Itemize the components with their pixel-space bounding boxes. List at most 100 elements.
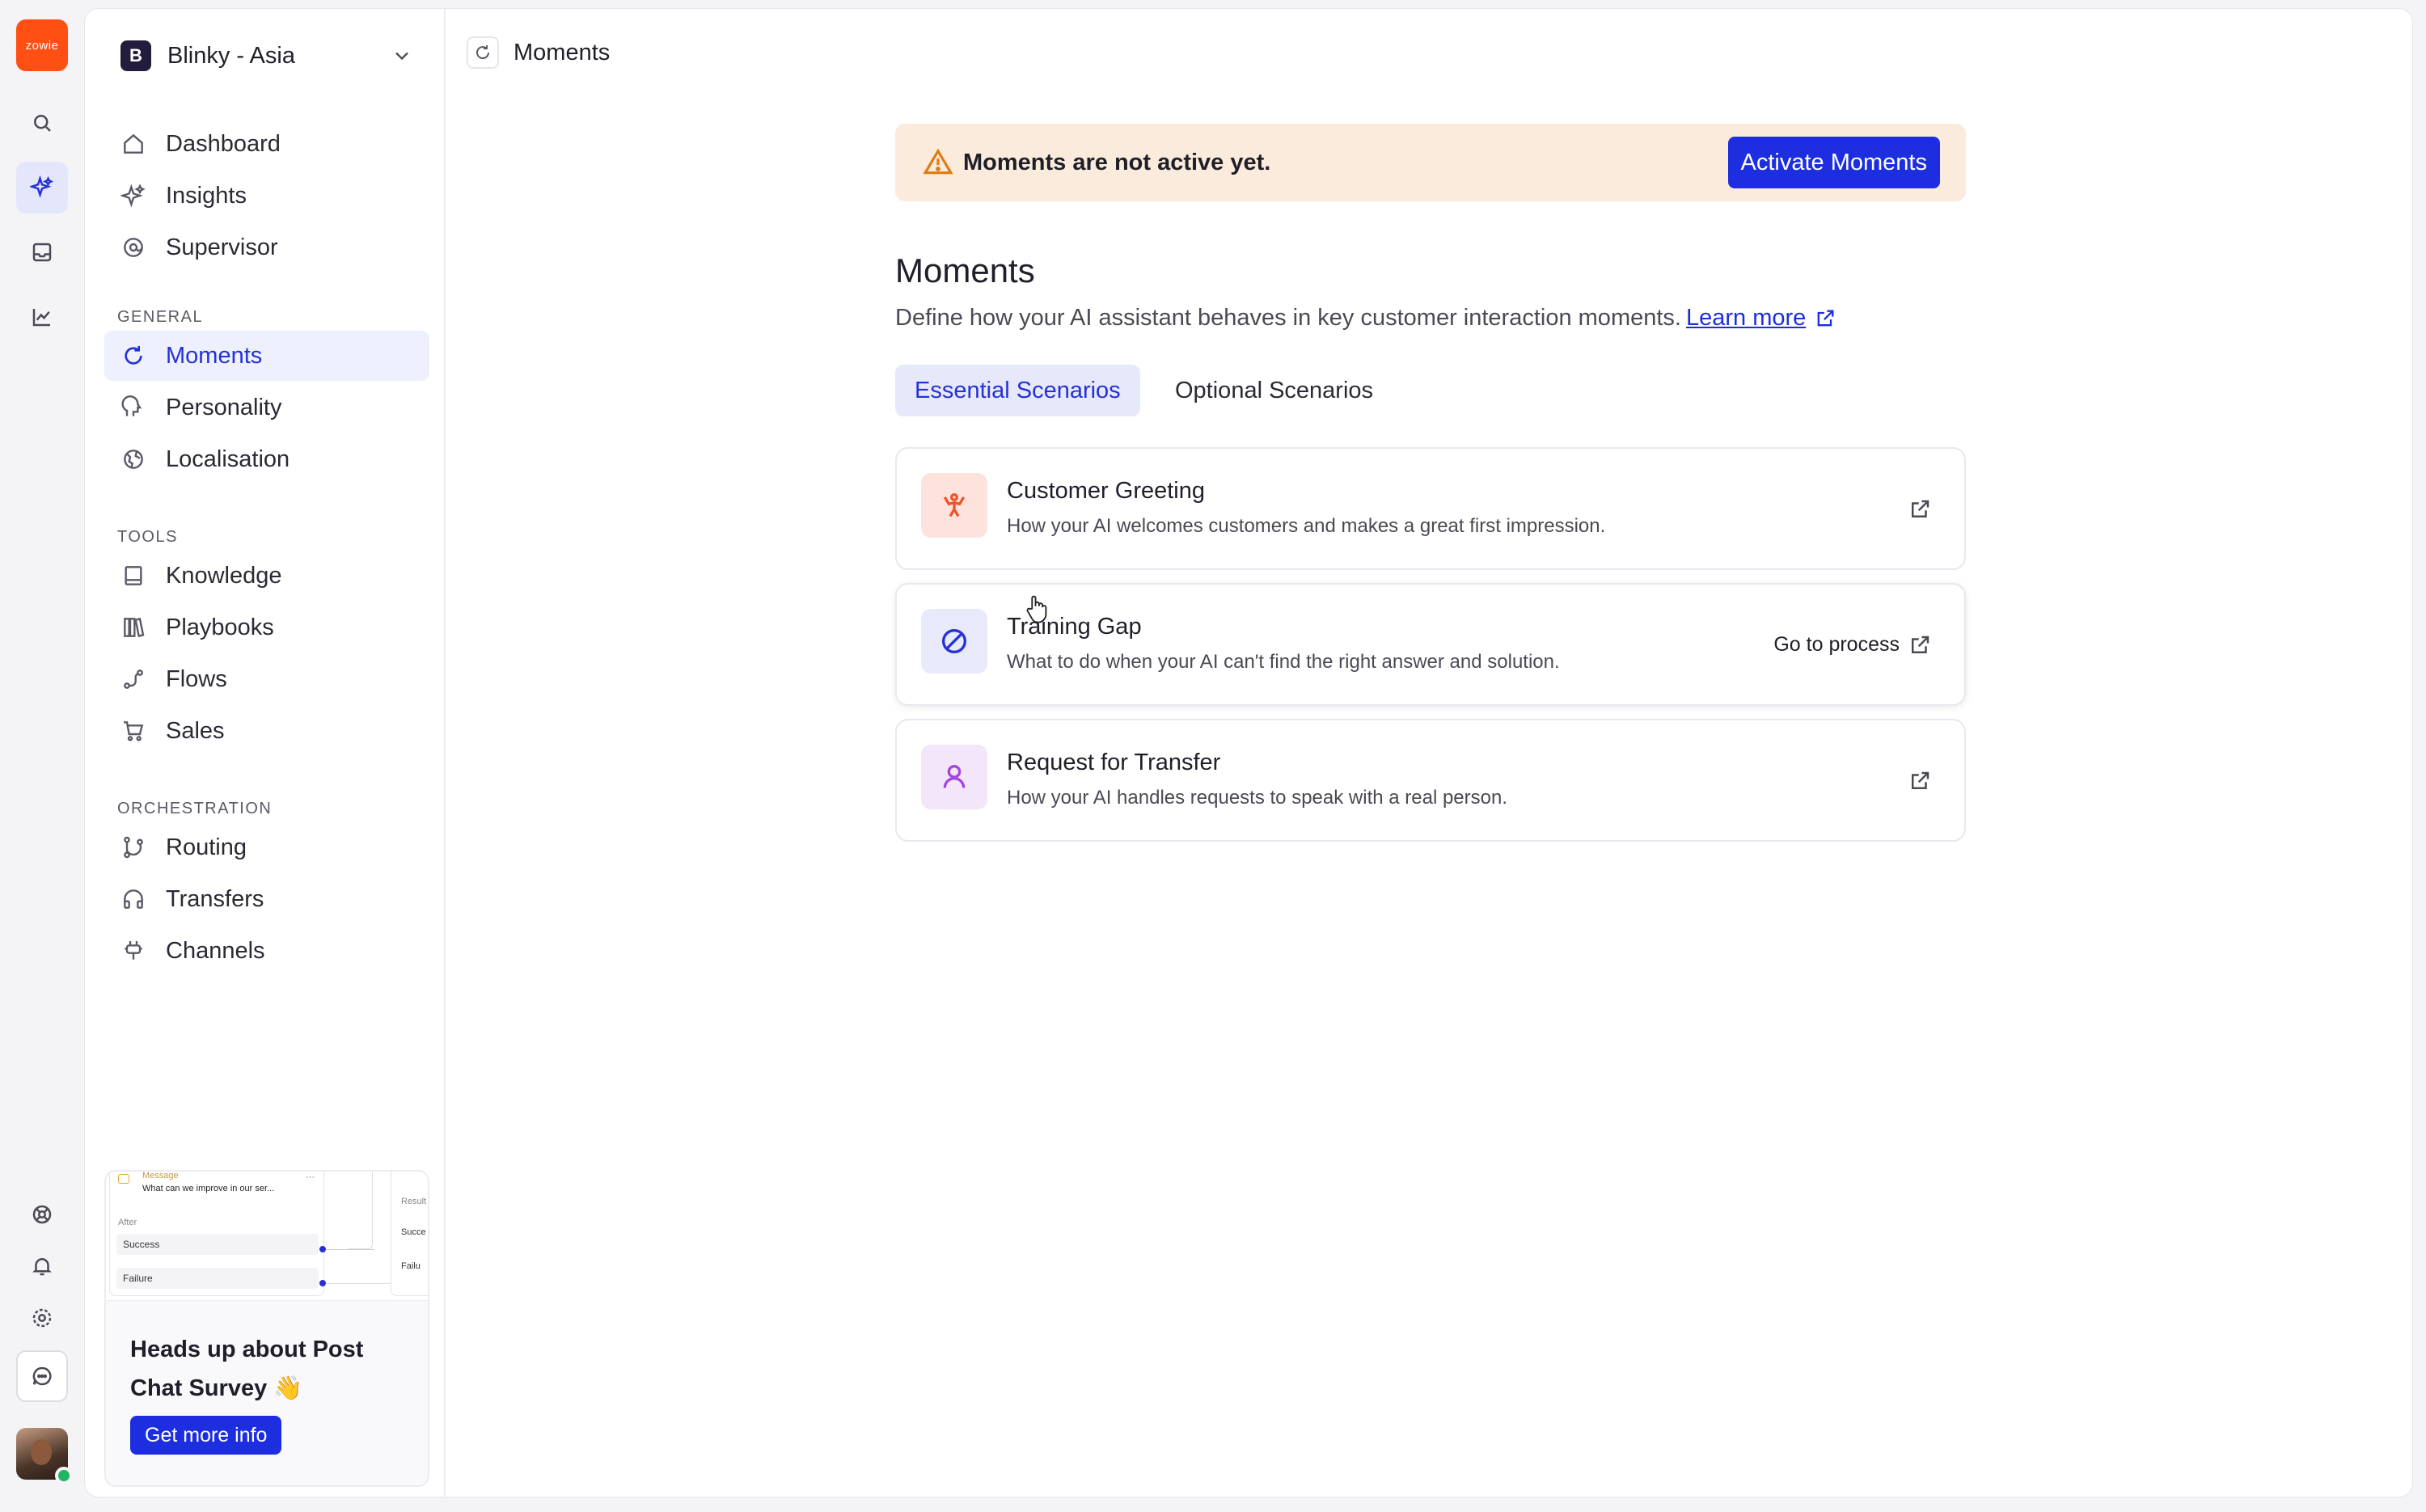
main-content: Moments Moments are not active yet. Acti… (447, 9, 2412, 1497)
globe-icon (124, 450, 143, 469)
bell-icon[interactable] (16, 1240, 68, 1292)
analytics-chart-icon[interactable] (16, 291, 68, 343)
book-icon (125, 566, 142, 585)
preview-question: What can we improve in our ser... (142, 1184, 275, 1193)
learn-more-link[interactable]: Learn more (1686, 305, 1806, 332)
connector-line (349, 1172, 373, 1249)
flow-icon (124, 669, 143, 689)
scenario-card-request-for-transfer[interactable]: Request for Transfer How your AI handles… (895, 719, 1966, 842)
preview-result-success: Succe (401, 1227, 426, 1237)
sidebar-item-label: Routing (166, 834, 247, 860)
user-avatar[interactable] (16, 1428, 73, 1485)
search-icon[interactable] (16, 97, 68, 149)
ai-sparkle-icon[interactable] (16, 162, 68, 213)
get-more-info-button[interactable]: Get more info (130, 1416, 282, 1455)
settings-gear-icon[interactable] (16, 1292, 68, 1344)
workspace-switcher[interactable]: B Blinky - Asia (108, 30, 423, 82)
sidebar-item-localisation[interactable]: Localisation (104, 434, 429, 484)
headset-icon (124, 889, 143, 909)
sidebar-item-insights[interactable]: Insights (104, 171, 429, 221)
sidebar-item-transfers[interactable]: Transfers (104, 874, 429, 924)
zowie-logo[interactable]: zowie (16, 19, 68, 71)
card-description: How your AI welcomes customers and makes… (1007, 515, 1606, 537)
sidebar-item-supervisor[interactable]: Supervisor (104, 222, 429, 272)
external-link-icon[interactable] (1908, 769, 1932, 793)
preview-result-failure: Failu (401, 1261, 421, 1271)
chat-bubble-icon[interactable] (16, 1350, 68, 1402)
description-text: Define how your AI assistant behaves in … (895, 305, 1681, 331)
person-icon (921, 745, 987, 809)
connector-line (326, 1249, 374, 1250)
promo-card: Message What can we improve in our ser..… (104, 1170, 429, 1487)
sidebar-item-routing[interactable]: Routing (104, 822, 429, 872)
sidebar-item-label: Transfers (166, 885, 264, 912)
sidebar-item-label: Playbooks (166, 614, 274, 640)
external-link-icon[interactable] (1814, 307, 1836, 330)
sidebar-item-moments[interactable]: Moments (104, 331, 429, 381)
sidebar-item-channels[interactable]: Channels (104, 926, 429, 976)
sidebar: B Blinky - Asia Dashboard Insights Super… (85, 9, 446, 1497)
greeting-person-icon (921, 473, 987, 538)
at-sign-icon (124, 238, 143, 257)
preview-result: Result (401, 1197, 427, 1206)
sidebar-item-sales[interactable]: Sales (104, 706, 429, 756)
card-title: Customer Greeting (1007, 478, 1205, 504)
scenario-card-training-gap[interactable]: Training Gap What to do when your AI can… (895, 583, 1966, 706)
tab-optional-scenarios[interactable]: Optional Scenarios (1156, 365, 1393, 416)
hand-cursor-icon (1026, 595, 1047, 623)
sidebar-item-personality[interactable]: Personality (104, 382, 429, 433)
activate-moments-button[interactable]: Activate Moments (1727, 137, 1940, 188)
avatar-face (31, 1439, 52, 1465)
preview-result-card: Result Succe Failu (391, 1172, 428, 1296)
sidebar-item-label: Localisation (166, 446, 290, 472)
online-status-dot (55, 1467, 73, 1485)
connector-dot (319, 1280, 326, 1286)
breadcrumb-label: Moments (514, 39, 611, 65)
external-link-icon[interactable] (1908, 497, 1932, 522)
sidebar-item-label: Knowledge (166, 562, 282, 589)
sidebar-item-label: Supervisor (166, 234, 278, 260)
external-link-icon[interactable] (1908, 633, 1932, 657)
preview-message-card: Message What can we improve in our ser..… (109, 1171, 324, 1296)
cart-icon (124, 721, 144, 741)
message-icon (118, 1174, 129, 1184)
breadcrumb: Moments (467, 28, 610, 77)
sidebar-item-label: Channels (166, 937, 265, 964)
preview-after: After (118, 1218, 137, 1227)
preview-success-row: Success (116, 1234, 319, 1255)
card-description: How your AI handles requests to speak wi… (1007, 787, 1508, 809)
sidebar-item-label: Dashboard (166, 130, 281, 157)
inbox-icon[interactable] (16, 226, 68, 278)
promo-title: Heads up about Post Chat Survey 👋 (130, 1337, 364, 1401)
inactive-warning-banner: Moments are not active yet. Activate Mom… (895, 124, 1966, 201)
promo-preview-image: Message What can we improve in our ser..… (106, 1171, 428, 1301)
workspace-badge: B (120, 40, 151, 71)
banner-text: Moments are not active yet. (963, 149, 1271, 175)
sidebar-item-knowledge[interactable]: Knowledge (104, 551, 429, 601)
section-title-orchestration: ORCHESTRATION (117, 800, 273, 817)
moments-refresh-icon (467, 36, 499, 69)
preview-label: Message (142, 1171, 179, 1180)
connector-dot (319, 1246, 326, 1252)
home-icon (124, 133, 143, 154)
library-icon (124, 617, 145, 638)
workspace-name: Blinky - Asia (167, 42, 295, 69)
app-frame: B Blinky - Asia Dashboard Insights Super… (84, 8, 2413, 1497)
sparkle-icon (120, 184, 146, 208)
go-to-process-link[interactable]: Go to process (1773, 633, 1900, 657)
tab-essential-scenarios[interactable]: Essential Scenarios (895, 365, 1140, 416)
prohibited-icon (921, 609, 987, 674)
speech-head-icon (121, 395, 142, 416)
page-description: Define how your AI assistant behaves in … (895, 305, 1836, 332)
plug-icon (125, 941, 142, 960)
card-description: What to do when your AI can't find the r… (1007, 651, 1560, 673)
help-lifebuoy-icon[interactable] (16, 1189, 68, 1240)
sidebar-item-playbooks[interactable]: Playbooks (104, 602, 429, 653)
sidebar-item-dashboard[interactable]: Dashboard (104, 119, 429, 169)
refresh-icon (125, 346, 142, 365)
sidebar-item-flows[interactable]: Flows (104, 654, 429, 704)
sidebar-item-label: Flows (166, 665, 227, 692)
sidebar-item-label: Moments (166, 342, 263, 369)
scenario-card-customer-greeting[interactable]: Customer Greeting How your AI welcomes c… (895, 447, 1966, 570)
git-branch-icon (124, 836, 143, 859)
